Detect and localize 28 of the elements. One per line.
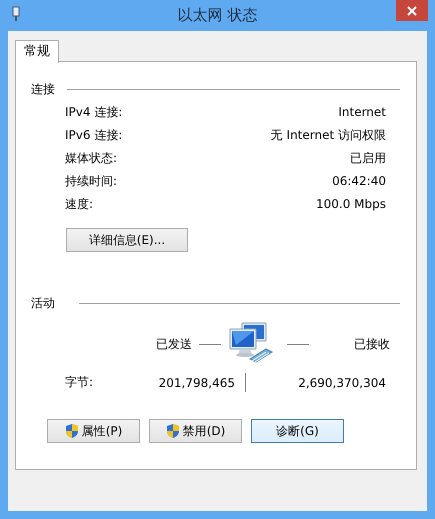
dialog-button[interactable]: 属性(P): [47, 419, 140, 443]
section-heading: 活动: [31, 294, 55, 312]
app-icon: [12, 6, 20, 22]
sent-bytes: 201,798,465: [158, 376, 235, 390]
field-value: 已启用: [349, 150, 386, 167]
field-value: 100.0 Mbps: [314, 196, 386, 213]
shield-icon: [166, 423, 180, 439]
sent-label: 已发送: [155, 336, 192, 352]
received-label: 已接收: [353, 336, 390, 352]
field-label: 媒体状态:: [65, 150, 118, 167]
field-label: 速度:: [65, 196, 94, 213]
dialog-button[interactable]: 诊断(G): [251, 419, 344, 443]
section-heading: 连接: [31, 80, 55, 98]
received-bytes: 2,690,370,304: [298, 376, 386, 390]
close-icon: [407, 6, 417, 16]
bytes-label: 字节:: [65, 374, 94, 391]
field-value: 无 Internet 访问权限: [270, 127, 386, 144]
field-label: IPv4 连接:: [65, 104, 124, 121]
details-button[interactable]: 详细信息(E)...: [66, 228, 188, 252]
window-title: 以太网 状态: [178, 6, 258, 25]
shield-icon: [64, 423, 79, 439]
tab[interactable]: 常规: [15, 40, 59, 63]
field-value: 06:42:40: [331, 173, 386, 190]
close-button[interactable]: [396, 0, 428, 21]
field-label: 持续时间:: [65, 173, 118, 190]
field-label: IPv6 连接:: [65, 127, 124, 144]
dialog-button[interactable]: 禁用(D): [149, 419, 242, 443]
field-value: Internet: [337, 104, 386, 121]
